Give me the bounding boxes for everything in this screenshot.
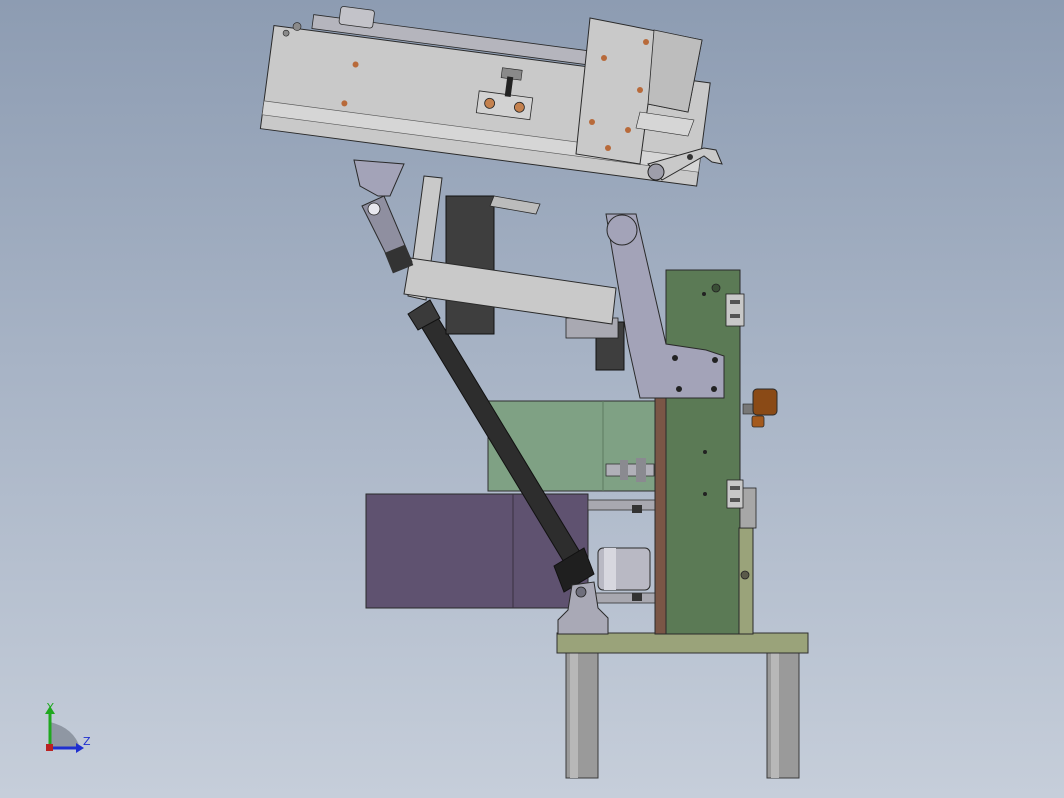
- base-table-top: [556, 632, 809, 654]
- coordinate-triad: Y Z: [45, 701, 91, 753]
- left-clevis-link: [353, 159, 414, 274]
- z-axis-label: Z: [83, 735, 91, 748]
- lower-subframe: [403, 175, 617, 325]
- assembly-drawing: Y Z: [45, 6, 809, 779]
- hinge-lower: [726, 479, 744, 509]
- triad-origin: [46, 744, 53, 751]
- table-leg-left: [565, 651, 599, 779]
- y-axis-label: Y: [46, 701, 54, 714]
- triad-plane: [50, 722, 80, 748]
- lower-cylinder: [597, 547, 651, 591]
- cad-viewport[interactable]: Y Z: [0, 0, 1064, 798]
- hinge-upper: [725, 293, 745, 327]
- table-leg-right: [766, 651, 800, 779]
- brown-knob: [742, 388, 778, 428]
- olive-side-plate: [738, 527, 754, 635]
